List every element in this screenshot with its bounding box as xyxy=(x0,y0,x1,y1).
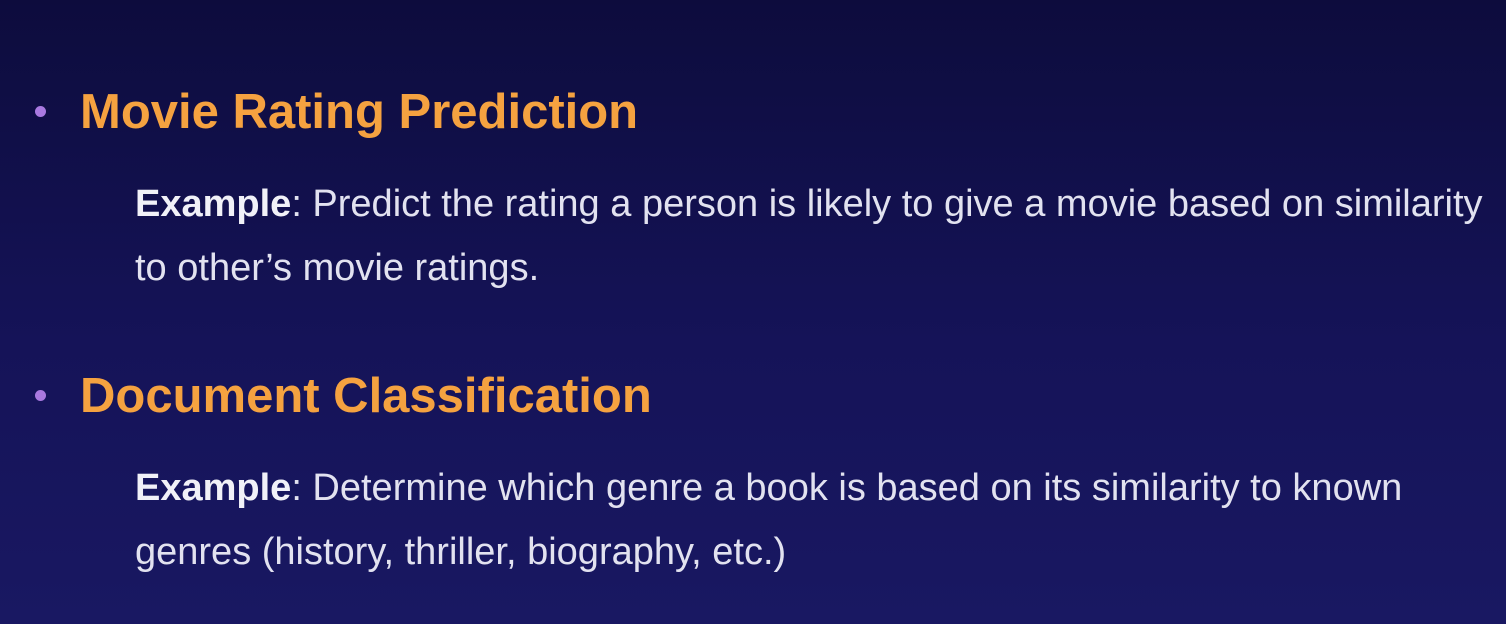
bullet-dot-icon xyxy=(35,106,46,117)
example-label: Example xyxy=(135,467,292,509)
example-text: : Predict the rating a person is likely … xyxy=(135,183,1483,289)
item-title: Document Classification xyxy=(80,369,652,423)
bullet-dot-icon xyxy=(35,390,46,401)
example-text: : Determine which genre a book is based … xyxy=(135,467,1403,573)
item-description: Example: Predict the rating a person is … xyxy=(135,172,1485,300)
item-description: Example: Determine which genre a book is… xyxy=(135,456,1485,584)
item-title: Movie Rating Prediction xyxy=(80,85,639,139)
example-label: Example xyxy=(135,183,292,225)
slide: Movie Rating Prediction Example: Predict… xyxy=(0,0,1506,624)
